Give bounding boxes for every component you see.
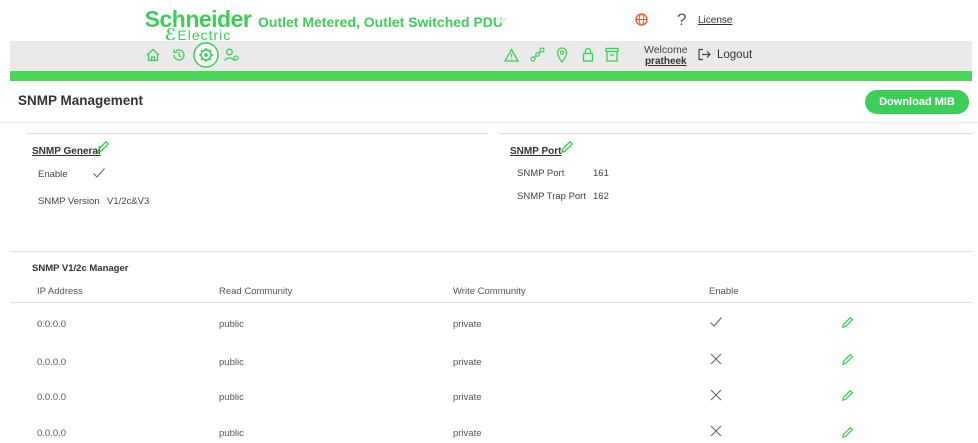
enable-label: Enable xyxy=(38,169,68,180)
snmp-port-label: SNMP Port xyxy=(517,168,565,179)
edit-row-icon[interactable] xyxy=(841,316,854,334)
edit-snmp-port-icon[interactable] xyxy=(560,140,574,159)
divider xyxy=(26,133,488,134)
enabled-check-icon xyxy=(92,166,106,184)
logout-button[interactable]: Logout xyxy=(697,48,752,61)
download-mib-button[interactable]: Download MIB xyxy=(865,90,969,114)
write-community-cell: private xyxy=(453,319,482,330)
settings-icon[interactable] xyxy=(193,42,219,73)
language-icon[interactable] xyxy=(635,13,648,31)
edit-row-icon[interactable] xyxy=(841,353,854,371)
divider xyxy=(10,251,972,252)
snmp-version-value: V1/2c&V3 xyxy=(107,196,150,207)
users-icon[interactable] xyxy=(224,48,240,67)
help-icon[interactable]: ? xyxy=(677,10,686,30)
snmp-version-label: SNMP Version xyxy=(38,196,100,207)
status-bar xyxy=(10,71,972,81)
divider xyxy=(10,302,972,303)
column-header-ip: IP Address xyxy=(37,286,83,297)
ip-cell: 0.0.0.0 xyxy=(37,392,67,403)
ip-cell: 0.0.0.0 xyxy=(37,357,67,368)
snmp-manager-title: SNMP V1/2c Manager xyxy=(32,263,129,274)
disabled-x-icon xyxy=(710,388,722,406)
home-icon[interactable] xyxy=(145,48,161,67)
edit-row-icon[interactable] xyxy=(841,389,854,407)
edit-row-icon[interactable] xyxy=(841,425,854,443)
column-header-read-community: Read Community xyxy=(219,286,293,297)
write-community-cell: private xyxy=(453,357,482,368)
network-icon[interactable] xyxy=(530,47,545,67)
page-title: SNMP Management xyxy=(18,93,144,108)
disabled-x-icon xyxy=(710,352,722,370)
divider xyxy=(500,133,972,134)
read-community-cell: public xyxy=(219,319,244,330)
ip-cell: 0.0.0.0 xyxy=(37,428,67,439)
archive-icon[interactable] xyxy=(605,47,619,67)
edit-snmp-general-icon[interactable] xyxy=(96,140,110,159)
snmp-general-title: SNMP General xyxy=(32,146,101,157)
history-icon[interactable] xyxy=(171,47,187,68)
disabled-x-icon xyxy=(710,424,722,442)
location-icon[interactable] xyxy=(556,47,568,68)
write-community-cell: private xyxy=(453,392,482,403)
read-community-cell: public xyxy=(219,357,244,368)
product-title: Outlet Metered, Outlet Switched PDU xyxy=(258,14,504,30)
enabled-check-icon xyxy=(709,315,723,333)
column-header-write-community: Write Community xyxy=(453,286,526,297)
product-dropdown-icon[interactable] xyxy=(496,18,508,24)
schneider-logo: Schneider ℰElectric xyxy=(142,8,254,44)
lock-icon[interactable] xyxy=(582,47,594,67)
logout-icon xyxy=(697,48,717,61)
alarm-icon[interactable] xyxy=(503,48,520,67)
snmp-port-value: 161 xyxy=(593,168,609,179)
snmp-port-title: SNMP Port xyxy=(510,146,562,157)
column-header-enable: Enable xyxy=(709,286,739,297)
read-community-cell: public xyxy=(219,392,244,403)
read-community-cell: public xyxy=(219,428,244,439)
divider xyxy=(0,122,978,123)
welcome-block: Welcome pratheek xyxy=(644,44,688,68)
write-community-cell: private xyxy=(453,428,482,439)
snmp-trap-port-label: SNMP Trap Port xyxy=(517,191,586,202)
welcome-label: Welcome xyxy=(644,44,688,56)
snmp-trap-port-value: 162 xyxy=(593,191,609,202)
license-link[interactable]: License xyxy=(698,15,732,26)
ip-cell: 0.0.0.0 xyxy=(37,319,67,330)
logout-label: Logout xyxy=(717,49,753,61)
username-link[interactable]: pratheek xyxy=(644,56,688,68)
